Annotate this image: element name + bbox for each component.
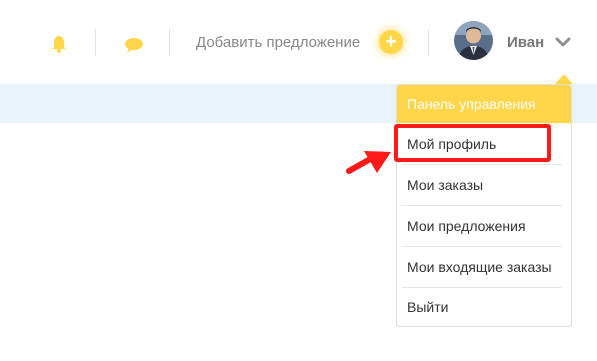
menu-item-label: Выйти [407, 299, 449, 315]
add-offer-link[interactable]: Добавить предложение [196, 34, 360, 51]
avatar[interactable] [454, 21, 493, 60]
annotation-arrow [346, 151, 391, 174]
menu-item-my-offers[interactable]: Мои предложения [397, 207, 571, 247]
dropdown-caret [555, 74, 573, 84]
user-name[interactable]: Иван [507, 34, 544, 51]
menu-item-logout[interactable]: Выйти [397, 288, 571, 328]
divider [169, 29, 170, 56]
top-navigation-bar: Добавить предложение + Иван [0, 0, 597, 84]
annotation-highlight-box [394, 124, 551, 162]
menu-divider [402, 246, 562, 247]
menu-divider [402, 164, 562, 165]
divider [428, 29, 429, 56]
menu-item-dashboard[interactable]: Панель управления [397, 85, 571, 123]
menu-header-label: Панель управления [407, 96, 536, 112]
divider [95, 29, 96, 56]
plus-icon[interactable]: + [379, 30, 403, 54]
menu-item-label: Мои предложения [407, 218, 526, 234]
menu-item-incoming-orders[interactable]: Мои входящие заказы [397, 248, 571, 288]
bell-icon[interactable] [49, 34, 69, 54]
menu-item-label: Мои заказы [407, 177, 484, 193]
menu-item-my-orders[interactable]: Мои заказы [397, 166, 571, 206]
chat-icon[interactable] [123, 37, 145, 55]
user-menu-dropdown: Панель управления Мой профиль Мои заказы… [396, 84, 572, 327]
menu-divider [402, 205, 562, 206]
menu-item-label: Мои входящие заказы [407, 259, 552, 275]
chevron-down-icon[interactable] [555, 37, 571, 48]
